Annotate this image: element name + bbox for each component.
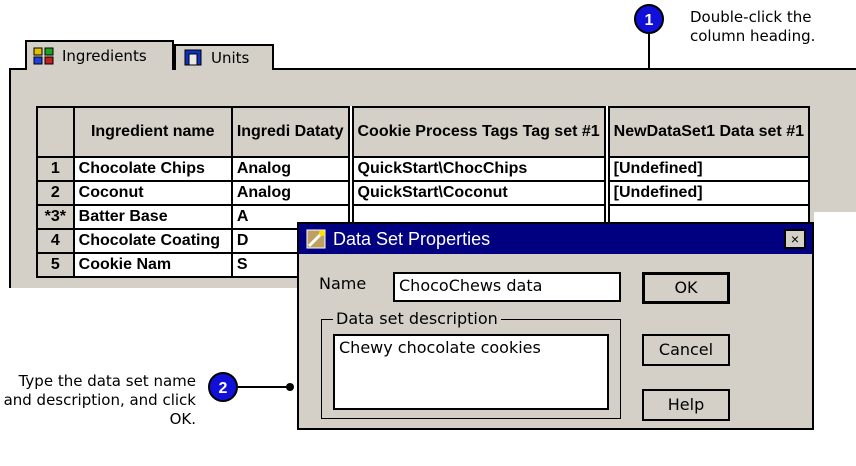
- row-number[interactable]: 5: [36, 252, 75, 278]
- step-2-leader: [238, 386, 288, 388]
- help-button[interactable]: Help: [642, 389, 730, 421]
- step-1-badge: 1: [634, 4, 664, 34]
- wand-icon: [305, 228, 327, 250]
- column-header-newdataset1[interactable]: NewDataSet1 Data set #1: [605, 106, 811, 158]
- data-set-properties-dialog: Data Set Properties × Name ChocoChews da…: [297, 222, 814, 430]
- table-row[interactable]: 1 Chocolate Chips Analog QuickStart\Choc…: [36, 156, 811, 182]
- ingredient-name-cell[interactable]: Batter Base: [72, 204, 233, 230]
- tag-cell[interactable]: QuickStart\ChocChips: [349, 156, 610, 182]
- datatype-cell[interactable]: Analog: [230, 180, 354, 206]
- ingredient-name-cell[interactable]: Chocolate Coating: [72, 228, 233, 254]
- tab-ingredients[interactable]: Ingredients: [25, 40, 174, 70]
- dataset-cell[interactable]: [Undefined]: [605, 180, 811, 206]
- ingredient-name-cell[interactable]: Coconut: [72, 180, 233, 206]
- dataset-cell[interactable]: [Undefined]: [605, 156, 811, 182]
- units-icon: [182, 48, 206, 68]
- step-1-note: Double-click the column heading.: [690, 8, 816, 45]
- row-number[interactable]: 4: [36, 228, 75, 254]
- dialog-titlebar[interactable]: Data Set Properties: [299, 224, 812, 254]
- step-2-dot: [286, 383, 294, 391]
- cancel-button[interactable]: Cancel: [642, 334, 730, 366]
- tag-cell[interactable]: QuickStart\Coconut: [349, 180, 610, 206]
- corner-header[interactable]: [36, 106, 75, 158]
- table-row[interactable]: 2 Coconut Analog QuickStart\Coconut [Und…: [36, 180, 811, 206]
- description-field[interactable]: Chewy chocolate cookies: [333, 334, 609, 410]
- ok-button[interactable]: OK: [642, 272, 730, 304]
- close-button[interactable]: ×: [784, 229, 806, 249]
- step-2-note: Type the data set name and description, …: [3, 372, 196, 428]
- ingredients-icon: [33, 46, 57, 66]
- tab-units[interactable]: Units: [174, 44, 274, 70]
- grid-header-row: Ingredient name Ingredi Dataty Cookie Pr…: [36, 106, 811, 158]
- dialog-title: Data Set Properties: [333, 228, 491, 249]
- tab-ingredients-label: Ingredients: [62, 47, 147, 65]
- description-group-label: Data set description: [333, 309, 501, 328]
- tab-units-label: Units: [211, 49, 250, 67]
- datatype-cell[interactable]: Analog: [230, 156, 354, 182]
- name-label: Name: [319, 274, 367, 293]
- row-number[interactable]: *3*: [36, 204, 75, 230]
- row-number[interactable]: 1: [36, 156, 75, 182]
- name-field[interactable]: ChocoChews data: [393, 272, 621, 302]
- ingredient-name-cell[interactable]: Cookie Nam: [72, 252, 233, 278]
- column-header-ingredient-name[interactable]: Ingredient name: [72, 106, 233, 158]
- column-header-ingredient-datatype[interactable]: Ingredi Dataty: [230, 106, 354, 158]
- ingredient-name-cell[interactable]: Chocolate Chips: [72, 156, 233, 182]
- column-header-cookie-process-tags[interactable]: Cookie Process Tags Tag set #1: [349, 106, 610, 158]
- step-2-badge: 2: [208, 372, 238, 402]
- torn-edge-mask-right: [814, 212, 856, 466]
- row-number[interactable]: 2: [36, 180, 75, 206]
